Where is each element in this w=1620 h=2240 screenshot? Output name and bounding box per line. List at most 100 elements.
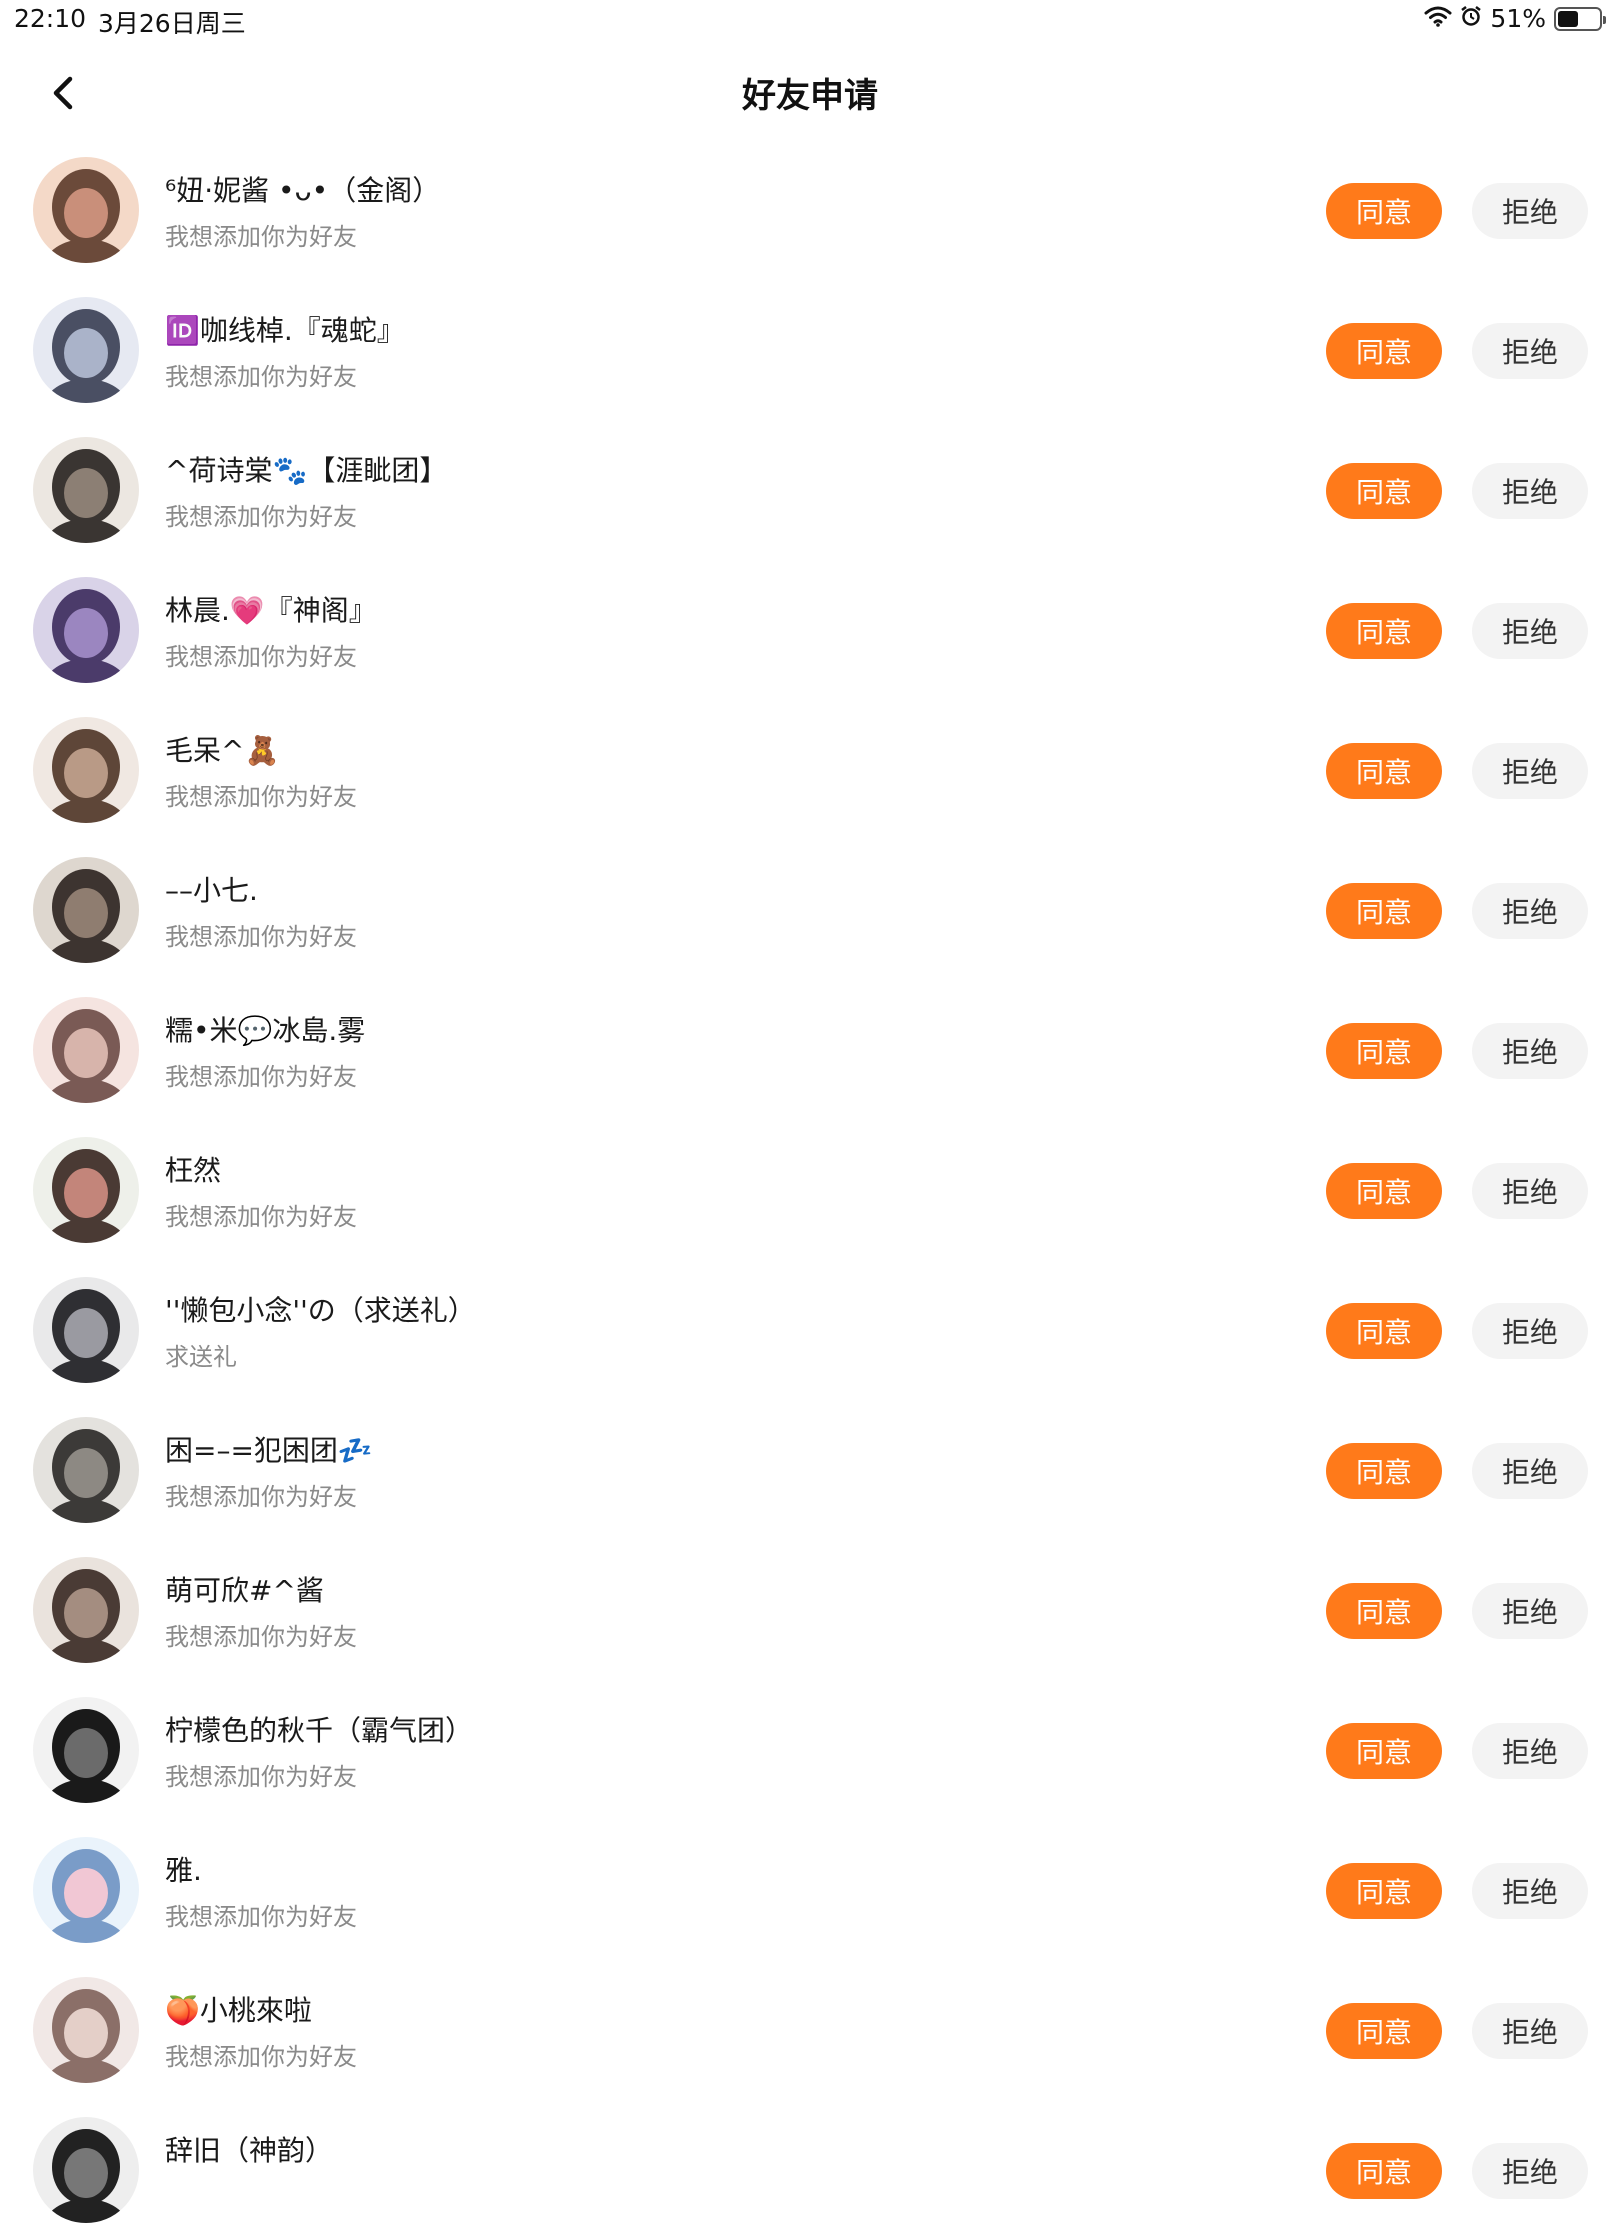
avatar[interactable]: [33, 1697, 139, 1803]
accept-button[interactable]: 同意: [1326, 883, 1442, 939]
request-row: 糯•米💬冰島.雾我想添加你为好友 同意 拒绝: [0, 980, 1620, 1120]
avatar[interactable]: [33, 1557, 139, 1663]
request-row: 毛呆^🧸 我想添加你为好友 同意 拒绝: [0, 700, 1620, 840]
requester-name: ''懒包小念''の（求送礼）: [165, 1294, 476, 1327]
requester-name: 糯•米💬冰島.雾: [165, 1014, 366, 1047]
avatar[interactable]: [33, 1977, 139, 2083]
request-message: 我想添加你为好友: [165, 1483, 357, 1511]
accept-button[interactable]: 同意: [1326, 1443, 1442, 1499]
accept-button[interactable]: 同意: [1326, 1583, 1442, 1639]
request-message: 我想添加你为好友: [165, 223, 357, 251]
requester-name: ^荷诗棠🐾【涯眦团】: [165, 454, 448, 487]
anime-girl-avatar: [33, 577, 139, 683]
reject-button[interactable]: 拒绝: [1472, 2003, 1588, 2059]
requester-name: 柠檬色的秋千（霸气团）: [165, 1714, 474, 1747]
accept-button[interactable]: 同意: [1326, 2003, 1442, 2059]
photo-avatar: [33, 1277, 139, 1383]
request-row: 🆔咖线棹.『魂蛇』 我想添加你为好友 同意 拒绝: [0, 280, 1620, 420]
request-message: 求送礼: [165, 1343, 237, 1371]
request-message: 我想添加你为好友: [165, 1903, 357, 1931]
accept-button[interactable]: 同意: [1326, 1723, 1442, 1779]
status-date: 3月26日周三: [98, 9, 246, 38]
reject-button[interactable]: 拒绝: [1472, 1443, 1588, 1499]
request-message: 我想添加你为好友: [165, 1063, 357, 1091]
requester-name: ––小七.: [165, 874, 258, 907]
requester-name: 雅.: [165, 1854, 202, 1887]
anime-girl-avatar: [33, 717, 139, 823]
request-row: 困=–=犯困团💤 我想添加你为好友 同意 拒绝: [0, 1400, 1620, 1540]
request-message: 我想添加你为好友: [165, 923, 357, 951]
photo-avatar: [33, 437, 139, 543]
accept-button[interactable]: 同意: [1326, 323, 1442, 379]
anime-girl-avatar: [33, 2117, 139, 2223]
reject-button[interactable]: 拒绝: [1472, 1723, 1588, 1779]
request-row: ''懒包小念''の（求送礼） 求送礼 同意 拒绝: [0, 1260, 1620, 1400]
friend-request-list: ⁶妞·妮酱 •ᴗ•（金阁） 我想添加你为好友 同意 拒绝 🆔咖线棹.『魂蛇』 我想添加你为…: [0, 140, 1620, 2240]
photo-avatar: [33, 1557, 139, 1663]
avatar[interactable]: [33, 997, 139, 1103]
reject-button[interactable]: 拒绝: [1472, 1583, 1588, 1639]
reject-button[interactable]: 拒绝: [1472, 323, 1588, 379]
photo-avatar: [33, 1977, 139, 2083]
accept-button[interactable]: 同意: [1326, 183, 1442, 239]
avatar[interactable]: [33, 717, 139, 823]
anime-girl-avatar: [33, 1137, 139, 1243]
requester-name: 毛呆^🧸: [165, 734, 280, 767]
avatar[interactable]: [33, 857, 139, 963]
photo-avatar: [33, 857, 139, 963]
reject-button[interactable]: 拒绝: [1472, 1863, 1588, 1919]
accept-button[interactable]: 同意: [1326, 1163, 1442, 1219]
avatar[interactable]: [33, 437, 139, 543]
accept-button[interactable]: 同意: [1326, 463, 1442, 519]
status-time: 22:10: [14, 4, 87, 33]
avatar[interactable]: [33, 1837, 139, 1943]
photo-avatar: [33, 997, 139, 1103]
avatar[interactable]: [33, 157, 139, 263]
accept-button[interactable]: 同意: [1326, 1303, 1442, 1359]
request-row: 萌可欣#^酱 我想添加你为好友 同意 拒绝: [0, 1540, 1620, 1680]
request-row: 林晨.💗『神阁』 我想添加你为好友 同意 拒绝: [0, 560, 1620, 700]
avatar[interactable]: [33, 2117, 139, 2223]
status-indicators: 51%: [1424, 4, 1606, 33]
accept-button[interactable]: 同意: [1326, 743, 1442, 799]
avatar[interactable]: [33, 1277, 139, 1383]
reject-button[interactable]: 拒绝: [1472, 1303, 1588, 1359]
reject-button[interactable]: 拒绝: [1472, 2143, 1588, 2199]
reject-button[interactable]: 拒绝: [1472, 743, 1588, 799]
accept-button[interactable]: 同意: [1326, 603, 1442, 659]
request-row: 枉然我想添加你为好友 同意 拒绝: [0, 1120, 1620, 1260]
reject-button[interactable]: 拒绝: [1472, 183, 1588, 239]
reject-button[interactable]: 拒绝: [1472, 1023, 1588, 1079]
requester-name: 辞旧（神韵）: [165, 2134, 334, 2167]
requester-name: 萌可欣#^酱: [165, 1574, 324, 1607]
avatar[interactable]: [33, 297, 139, 403]
avatar[interactable]: [33, 1417, 139, 1523]
accept-button[interactable]: 同意: [1326, 1023, 1442, 1079]
requester-name: 困=–=犯困团💤: [165, 1434, 373, 1467]
avatar[interactable]: [33, 1137, 139, 1243]
request-row: 🍑小桃來啦 我想添加你为好友 同意 拒绝: [0, 1960, 1620, 2100]
request-message: 我想添加你为好友: [165, 1203, 357, 1231]
avatar[interactable]: [33, 577, 139, 683]
request-message: 我想添加你为好友: [165, 503, 357, 531]
request-row: 柠檬色的秋千（霸气团） 我想添加你为好友 同意 拒绝: [0, 1680, 1620, 1820]
page-title: 好友申请: [742, 76, 878, 116]
reject-button[interactable]: 拒绝: [1472, 1163, 1588, 1219]
request-row: ––小七. 我想添加你为好友 同意 拒绝: [0, 840, 1620, 980]
wifi-icon: [1424, 4, 1452, 33]
anime-girl-avatar: [33, 297, 139, 403]
anime-girl-avatar: [33, 1697, 139, 1803]
reject-button[interactable]: 拒绝: [1472, 603, 1588, 659]
request-message: 我想添加你为好友: [165, 783, 357, 811]
anime-girl-avatar: [33, 157, 139, 263]
request-message: 我想添加你为好友: [165, 2043, 357, 2071]
battery-percent: 51%: [1490, 4, 1546, 33]
reject-button[interactable]: 拒绝: [1472, 463, 1588, 519]
reject-button[interactable]: 拒绝: [1472, 883, 1588, 939]
requester-name: 枉然: [165, 1154, 222, 1187]
accept-button[interactable]: 同意: [1326, 1863, 1442, 1919]
cartoon-avatar: [33, 1837, 139, 1943]
requester-name: ⁶妞·妮酱 •ᴗ•（金阁）: [165, 174, 441, 207]
battery-icon: [1554, 6, 1606, 31]
accept-button[interactable]: 同意: [1326, 2143, 1442, 2199]
